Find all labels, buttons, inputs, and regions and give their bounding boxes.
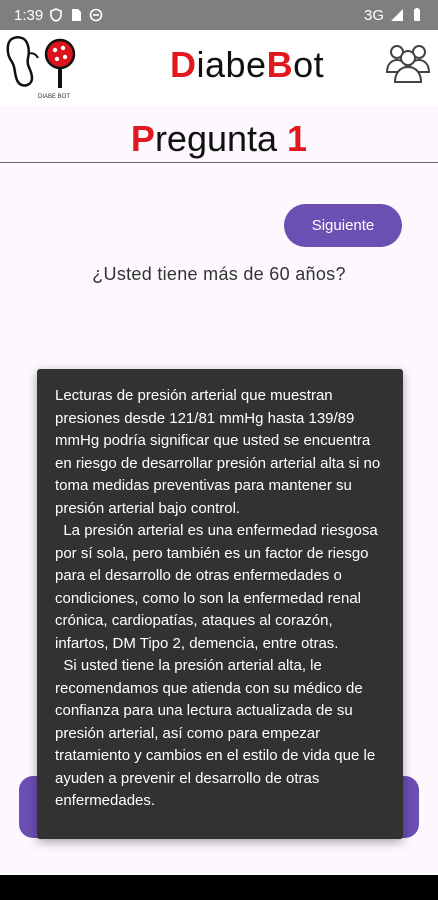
app-brand: DiabeBot xyxy=(170,44,324,86)
brand-initial-d: D xyxy=(170,44,197,85)
info-toast: Lecturas de presión arterial que muestra… xyxy=(37,369,403,839)
navigation-bar xyxy=(0,875,438,900)
status-left: 1:39 xyxy=(14,7,103,24)
status-time: 1:39 xyxy=(14,6,44,24)
question-title-word: regunta xyxy=(154,118,288,159)
status-right: 3G xyxy=(364,7,424,24)
status-bar: 1:39 3G xyxy=(0,0,438,30)
sim-icon xyxy=(72,9,82,21)
kidney-logo-icon: DIABE BOT xyxy=(6,36,76,100)
question-title-initial: P xyxy=(130,118,155,159)
app-bar: DIABE BOT DiabeBot xyxy=(0,30,438,106)
next-button[interactable]: Siguiente xyxy=(284,204,402,247)
app-logo: DIABE BOT xyxy=(2,30,90,104)
network-type: 3G xyxy=(363,6,384,24)
question-number: 1 xyxy=(287,118,308,159)
signal-icon xyxy=(391,9,403,21)
shield-icon xyxy=(50,8,63,22)
header-divider xyxy=(0,162,438,163)
question-title: Pregunta 1 xyxy=(0,118,438,160)
users-icon[interactable] xyxy=(385,38,431,84)
battery-icon xyxy=(414,8,420,21)
toast-message: Lecturas de presión arterial que muestra… xyxy=(55,387,381,809)
logo-caption: DIABE BOT xyxy=(38,94,70,100)
brand-part-2: ot xyxy=(293,44,325,85)
sync-icon xyxy=(89,8,103,22)
question-text: ¿Usted tiene más de 60 años? xyxy=(92,264,346,284)
brand-part-1: iabe xyxy=(196,44,267,85)
brand-initial-b: B xyxy=(266,44,294,85)
